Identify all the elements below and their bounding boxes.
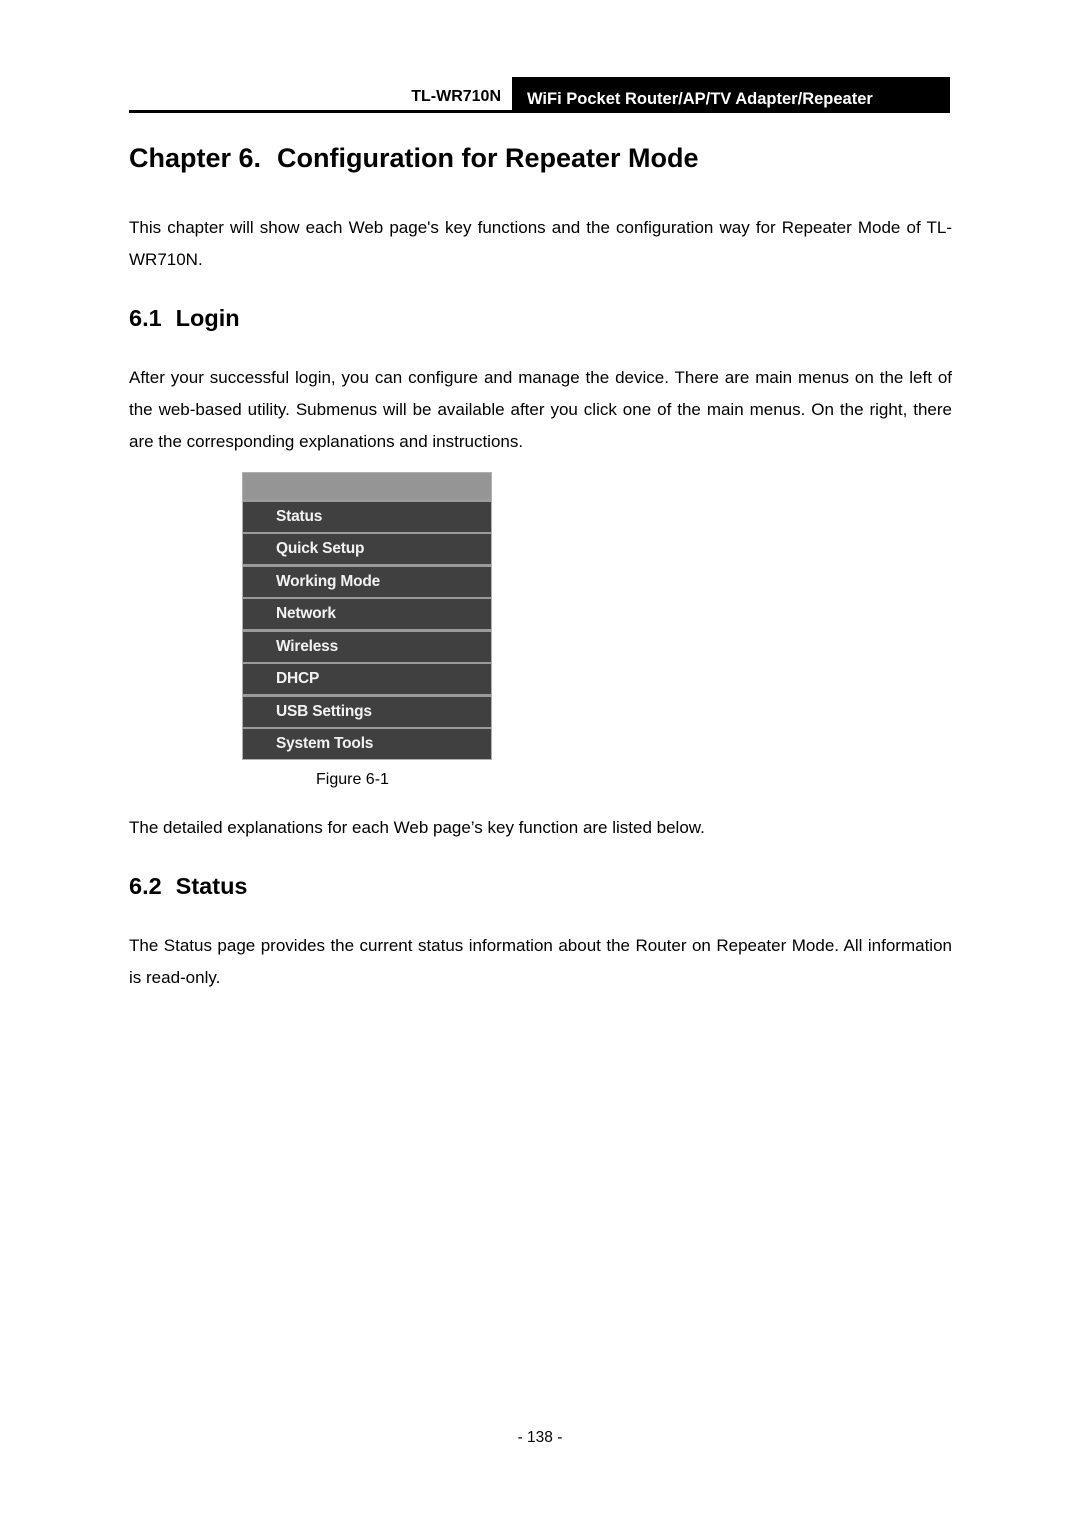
menu-item-dhcp[interactable]: DHCP (243, 664, 491, 694)
menu-item-system-tools[interactable]: System Tools (243, 729, 491, 759)
menu-item-network[interactable]: Network (243, 599, 491, 629)
section-title-status: 6.2 Status (129, 873, 248, 900)
menu-item-working-mode[interactable]: Working Mode (243, 566, 491, 597)
router-main-menu-figure: Status Quick Setup Working Mode Network … (242, 472, 492, 760)
section-number: 6.1 (129, 305, 162, 331)
chapter-title-text: Configuration for Repeater Mode (277, 143, 699, 173)
header-product: WiFi Pocket Router/AP/TV Adapter/Repeate… (512, 77, 950, 113)
header-model: TL-WR710N (411, 88, 501, 105)
chapter-intro: This chapter will show each Web page's k… (129, 218, 952, 269)
menu-header-bar (243, 473, 491, 499)
after-figure-text: The detailed explanations for each Web p… (129, 818, 705, 837)
section-title-text: Status (175, 873, 248, 899)
menu-item-quick-setup[interactable]: Quick Setup (243, 534, 491, 564)
menu-item-status[interactable]: Status (243, 501, 491, 532)
section-number: 6.2 (129, 873, 162, 899)
chapter-number: Chapter 6. (129, 143, 262, 173)
page-header: TL-WR710N WiFi Pocket Router/AP/TV Adapt… (129, 77, 950, 113)
section-title-login: 6.1 Login (129, 305, 240, 332)
page-number: - 138 - (517, 1429, 563, 1446)
status-body: The Status page provides the current sta… (129, 936, 952, 987)
menu-item-wireless[interactable]: Wireless (243, 631, 491, 662)
login-body: After your successful login, you can con… (129, 368, 952, 451)
menu-item-usb-settings[interactable]: USB Settings (243, 696, 491, 727)
section-title-text: Login (175, 305, 240, 331)
figure-caption: Figure 6-1 (316, 771, 389, 788)
chapter-title: Chapter 6. Configuration for Repeater Mod… (129, 143, 699, 174)
